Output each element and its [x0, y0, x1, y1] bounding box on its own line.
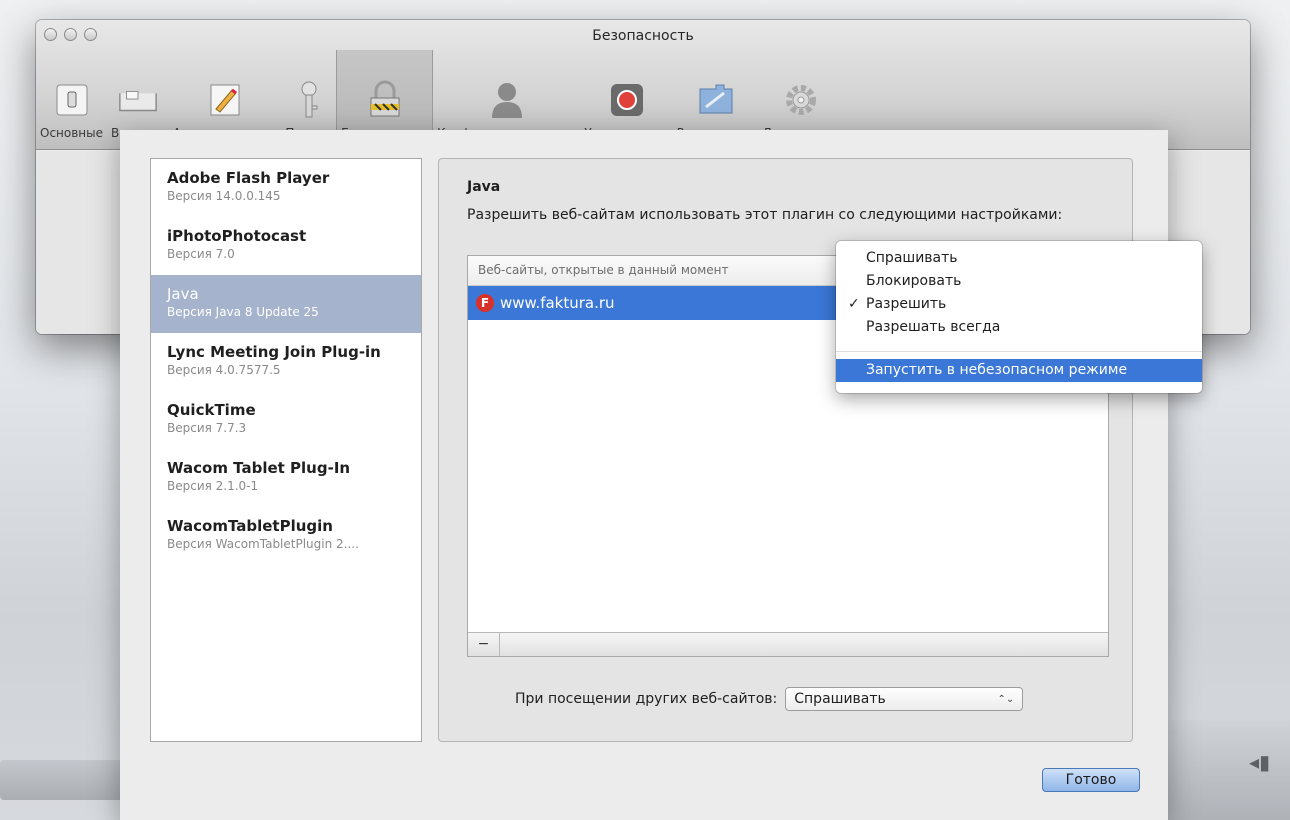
plugin-name: Lync Meeting Join Plug-in — [167, 343, 381, 361]
key-icon — [288, 80, 330, 120]
plugin-version: Версия 7.0 — [167, 247, 235, 261]
remove-site-button[interactable]: − — [468, 633, 500, 656]
plugin-version: Версия Java 8 Update 25 — [167, 305, 319, 319]
table-footer: − — [468, 632, 1108, 656]
menu-separator — [836, 351, 1202, 352]
plugin-list[interactable]: Adobe Flash Player Версия 14.0.0.145 iPh… — [150, 158, 422, 742]
plugin-version: Версия 2.1.0-1 — [167, 479, 259, 493]
plugin-settings-sheet: Adobe Flash Player Версия 14.0.0.145 iPh… — [120, 130, 1168, 820]
done-button[interactable]: Готово — [1042, 768, 1140, 792]
menu-item-label: Блокировать — [866, 273, 962, 289]
select-arrows-icon: ⌃⌄ — [997, 693, 1015, 705]
desktop-device-blur: ◂▮ — [1150, 720, 1290, 820]
extensions-icon — [695, 80, 737, 120]
menu-item-unsafe-mode[interactable]: Запустить в небезопасном режиме — [836, 359, 1202, 382]
menu-item-label: Спрашивать — [866, 250, 958, 266]
menu-item-allow[interactable]: ✓ Разрешить — [836, 293, 1202, 316]
other-sites-select[interactable]: Спрашивать ⌃⌄ — [785, 687, 1024, 711]
list-item[interactable]: Wacom Tablet Plug-In Версия 2.1.0-1 — [151, 449, 421, 507]
list-item[interactable]: Lync Meeting Join Plug-in Версия 4.0.757… — [151, 333, 421, 391]
tab-general[interactable]: Основные — [36, 50, 107, 150]
tab-general-label: Основные — [40, 126, 104, 140]
list-item[interactable]: QuickTime Версия 7.7.3 — [151, 391, 421, 449]
checkmark-icon: ✓ — [848, 296, 860, 312]
desktop-glyph: ◂▮ — [1248, 750, 1270, 774]
general-switch-icon — [51, 80, 93, 120]
autofill-pencil-icon — [204, 80, 246, 120]
list-item-selected[interactable]: Java Версия Java 8 Update 25 — [151, 275, 421, 333]
list-item[interactable]: Adobe Flash Player Версия 14.0.0.145 — [151, 159, 421, 217]
menu-item-label: Разрешать всегда — [866, 319, 1001, 335]
plugin-name: iPhotoPhotocast — [167, 227, 307, 245]
menu-item-ask[interactable]: Спрашивать — [836, 247, 1202, 270]
list-item[interactable]: iPhotoPhotocast Версия 7.0 — [151, 217, 421, 275]
plugin-version: Версия 4.0.7577.5 — [167, 363, 281, 377]
list-item[interactable]: WacomTabletPlugin Версия WacomTabletPlug… — [151, 507, 421, 565]
lock-icon — [364, 80, 406, 120]
tabs-icon — [117, 80, 159, 120]
menu-item-allow-always[interactable]: Разрешать всегда — [836, 316, 1202, 339]
privacy-silhouette-icon — [486, 80, 528, 120]
plugin-title: Java — [467, 179, 501, 195]
gear-icon — [780, 80, 822, 120]
other-sites-label: При посещении других веб-сайтов: — [515, 691, 778, 707]
site-url: www.faktura.ru — [500, 294, 615, 312]
plugin-version: Версия 14.0.0.145 — [167, 189, 281, 203]
plugin-name: Adobe Flash Player — [167, 169, 330, 187]
window-title: Безопасность — [592, 28, 694, 44]
permission-popup-menu: Спрашивать Блокировать ✓ Разрешить Разреш… — [836, 241, 1202, 393]
desktop-keyboard-blur — [0, 760, 140, 800]
plugin-name: WacomTabletPlugin — [167, 517, 333, 535]
menu-item-label: Разрешить — [866, 296, 947, 312]
menu-item-block[interactable]: Блокировать — [836, 270, 1202, 293]
other-sites-value: Спрашивать — [794, 691, 886, 707]
menu-item-label: Запустить в небезопасном режиме — [866, 362, 1128, 378]
notifications-icon — [606, 80, 648, 120]
plugin-name: Wacom Tablet Plug-In — [167, 459, 351, 477]
plugin-version: Версия 7.7.3 — [167, 421, 247, 435]
plugin-version: Версия WacomTabletPlugin 2.... — [167, 537, 359, 551]
plugin-name: Java — [167, 285, 199, 303]
site-favicon-icon: F — [476, 294, 494, 312]
plugin-description: Разрешить веб-сайтам использовать этот п… — [467, 207, 1063, 223]
plugin-name: QuickTime — [167, 401, 256, 419]
other-sites-setting: При посещении других веб-сайтов: Спрашив… — [515, 687, 1024, 711]
